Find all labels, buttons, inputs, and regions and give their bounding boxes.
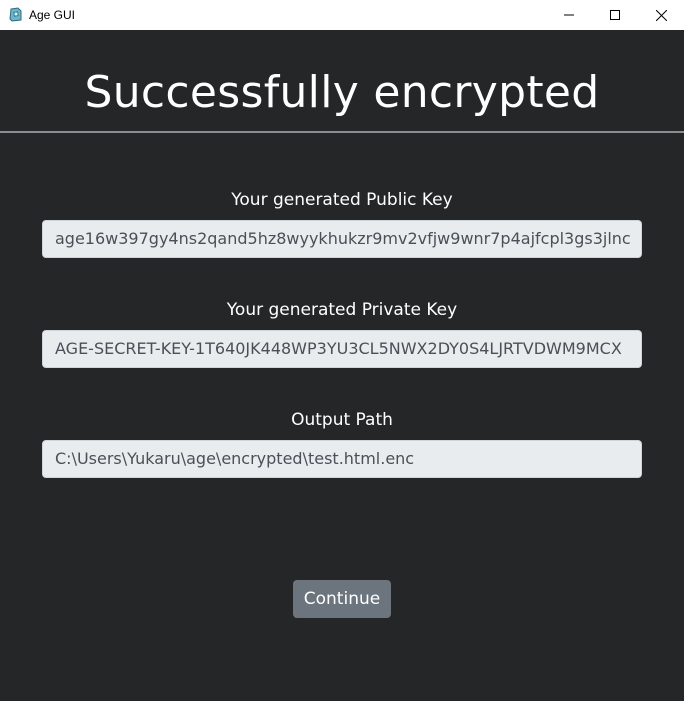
- output-path-label: Output Path: [291, 410, 393, 430]
- header: Successfully encrypted: [0, 30, 684, 132]
- minimize-icon: [564, 10, 574, 20]
- window-title: Age GUI: [29, 8, 76, 22]
- title-bar[interactable]: Age GUI: [0, 0, 684, 30]
- maximize-button[interactable]: [592, 0, 638, 30]
- header-divider: [0, 131, 684, 133]
- public-key-field[interactable]: age16w397gy4ns2qand5hz8wyykhukzr9mv2vfjw…: [42, 220, 642, 258]
- private-key-field[interactable]: AGE-SECRET-KEY-1T640JK448WP3YU3CL5NWX2DY…: [42, 330, 642, 368]
- close-button[interactable]: [638, 0, 684, 30]
- output-path-field[interactable]: C:\Users\Yukaru\age\encrypted\test.html.…: [42, 440, 642, 478]
- private-key-label: Your generated Private Key: [226, 300, 458, 320]
- minimize-button[interactable]: [546, 0, 592, 30]
- close-icon: [655, 9, 667, 21]
- maximize-icon: [610, 10, 620, 20]
- app-icon: [9, 7, 23, 22]
- public-key-label: Your generated Public Key: [231, 190, 453, 210]
- page-title: Successfully encrypted: [84, 66, 600, 118]
- continue-button[interactable]: Continue: [293, 580, 391, 618]
- app-window: Age GUI Successfully encrypted Your gene…: [0, 0, 684, 701]
